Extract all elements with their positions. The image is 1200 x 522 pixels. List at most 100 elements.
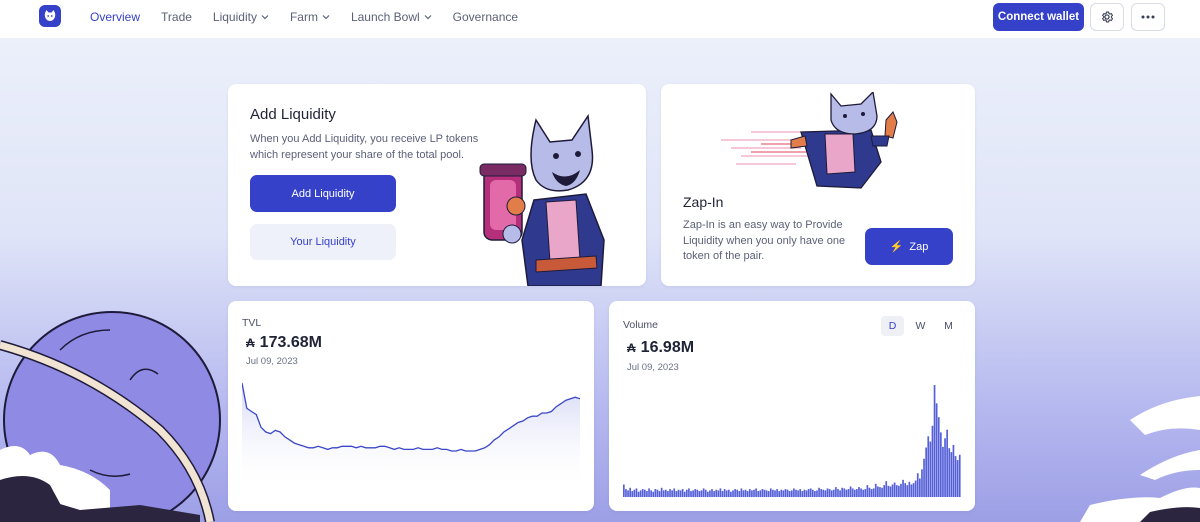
chevron-down-icon (322, 14, 330, 19)
volume-bar (763, 489, 766, 497)
timeframe-d-button[interactable]: D (881, 316, 904, 336)
volume-bar (692, 490, 694, 497)
volume-bar (761, 489, 764, 497)
volume-bar (919, 478, 921, 497)
volume-bar (837, 489, 839, 497)
volume-bar (751, 490, 753, 497)
volume-bar (887, 485, 890, 497)
cat-logo-icon[interactable] (39, 5, 61, 27)
volume-bar (830, 490, 833, 497)
volume-bar (950, 452, 953, 497)
volume-bar (923, 458, 925, 497)
volume-bar (879, 487, 881, 497)
timeframe-m-button[interactable]: M (937, 316, 960, 336)
volume-bar (948, 448, 951, 497)
volume-bar (841, 487, 844, 497)
more-button[interactable] (1131, 3, 1165, 31)
chevron-down-icon (261, 14, 269, 19)
volume-bar (753, 489, 755, 497)
volume-bar (637, 491, 640, 497)
volume-card: Volume DWM ₳ 16.98M Jul 09, 2023 (609, 301, 975, 511)
volume-bar (814, 491, 816, 497)
volume-bar (889, 486, 892, 497)
nav-link-governance[interactable]: Governance (453, 10, 518, 24)
connect-wallet-button[interactable]: Connect wallet (993, 3, 1084, 31)
volume-bar (956, 460, 959, 497)
nav-link-farm[interactable]: Farm (290, 10, 330, 24)
volume-bar (832, 489, 835, 497)
volume-bar (673, 488, 676, 497)
volume-bar (853, 489, 856, 497)
chevron-down-icon (424, 14, 432, 19)
volume-bar (706, 491, 709, 497)
volume-bar (933, 385, 936, 497)
nav-link-liquidity[interactable]: Liquidity (213, 10, 269, 24)
volume-bar (885, 481, 888, 497)
volume-bar (635, 488, 638, 497)
add-liquidity-button[interactable]: Add Liquidity (250, 175, 396, 212)
volume-bar (767, 491, 770, 497)
tvl-date: Jul 09, 2023 (246, 356, 298, 367)
volume-bar (683, 491, 686, 497)
volume-bar (774, 490, 776, 497)
volume-bar (893, 482, 896, 497)
volume-bar (748, 489, 751, 497)
volume-bar (738, 491, 741, 497)
volume-bar (908, 481, 911, 497)
volume-bar (734, 489, 736, 497)
volume-bar (704, 489, 707, 497)
zap-button[interactable]: ⚡ Zap (865, 228, 953, 265)
settings-button[interactable] (1090, 3, 1124, 31)
volume-bar (935, 403, 938, 497)
volume-bar (900, 483, 902, 497)
volume-bar (625, 489, 627, 497)
more-horizontal-icon (1141, 15, 1155, 19)
volume-bar (631, 491, 634, 497)
volume-bar (958, 454, 961, 497)
volume-bar (664, 489, 667, 497)
volume-bar (807, 489, 810, 497)
tvl-amount: 173.68M (259, 334, 322, 351)
volume-bar (633, 489, 636, 497)
your-liquidity-button[interactable]: Your Liquidity (250, 224, 396, 260)
volume-bar (715, 489, 718, 497)
tvl-card: TVL ₳ 173.68M Jul 09, 2023 (228, 301, 594, 511)
ada-currency-icon: ₳ (246, 336, 255, 350)
volume-bar (912, 483, 915, 497)
volume-bar (816, 490, 818, 497)
tvl-line-chart (242, 382, 580, 491)
volume-bar (797, 490, 799, 497)
timeframe-w-button[interactable]: W (909, 316, 932, 336)
volume-bar (864, 489, 867, 497)
nav-link-label: Farm (289, 9, 318, 24)
volume-bar (778, 491, 781, 497)
volume-bar (839, 490, 841, 497)
volume-label: Volume (623, 319, 659, 331)
add-liquidity-title: Add Liquidity (250, 106, 336, 123)
gear-icon (1102, 11, 1114, 23)
nav-link-label: Governance (452, 9, 519, 24)
volume-bar (675, 491, 678, 497)
nav-links: Overview Trade Liquidity Farm Launch Bowl Gov… (90, 0, 539, 33)
volume-bar (721, 491, 724, 497)
volume-bar (732, 490, 734, 497)
volume-bar (927, 436, 930, 497)
volume-bar (755, 488, 757, 497)
volume-bar (906, 485, 909, 497)
volume-bar (652, 491, 655, 497)
nav-link-overview[interactable]: Overview (90, 10, 140, 24)
zap-in-description: Zap-In is an easy way to Provide Liquidi… (683, 219, 846, 262)
volume-bar (862, 489, 865, 497)
volume-bar (898, 485, 900, 497)
volume-bar (954, 456, 957, 497)
volume-bar (914, 480, 917, 497)
volume-bar (776, 489, 778, 497)
nav-link-trade[interactable]: Trade (161, 10, 192, 24)
volume-bar (744, 489, 747, 497)
volume-bar (623, 484, 625, 497)
volume-bar (727, 489, 730, 497)
volume-bar (746, 491, 749, 497)
nav-link-launch-bowl[interactable]: Launch Bowl (351, 10, 432, 24)
volume-bar (835, 487, 837, 497)
volume-bar (826, 488, 829, 497)
